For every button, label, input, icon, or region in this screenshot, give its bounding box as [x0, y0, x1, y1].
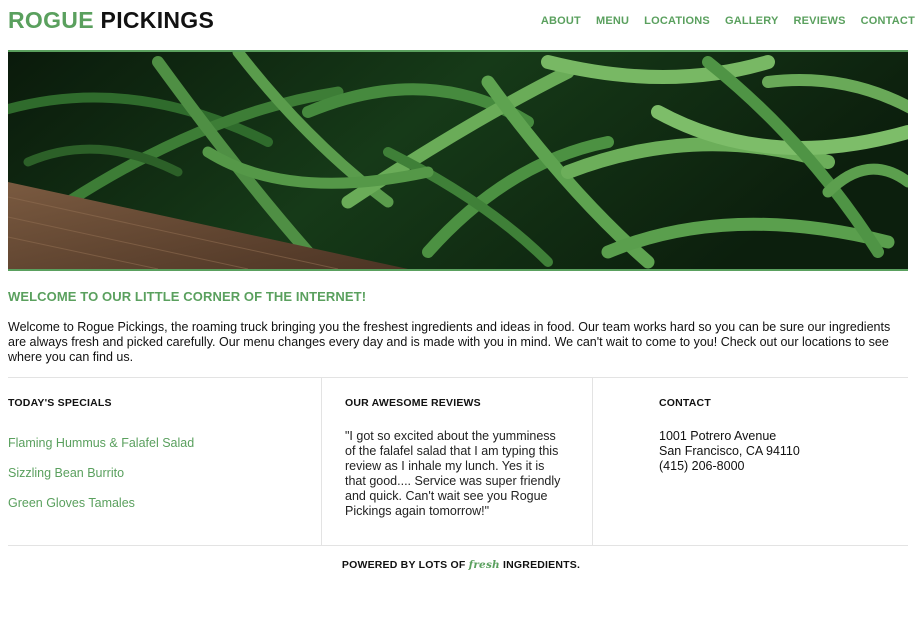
site-footer: POWERED BY LOTS OF fresh INGREDIENTS.: [0, 559, 922, 571]
site-header: ROGUE PICKINGS ABOUT MENU LOCATIONS GALL…: [0, 0, 922, 44]
contact-heading: CONTACT: [659, 397, 711, 409]
nav-reviews[interactable]: REVIEWS: [794, 15, 846, 27]
nav-contact[interactable]: CONTACT: [861, 15, 915, 27]
special-item[interactable]: Flaming Hummus & Falafel Salad: [8, 436, 194, 466]
logo-word-rogue: ROGUE: [8, 7, 94, 33]
reviews-column: OUR AWESOME REVIEWS "I got so excited ab…: [322, 378, 593, 545]
logo-word-pickings: PICKINGS: [100, 7, 215, 33]
reviews-heading: OUR AWESOME REVIEWS: [345, 397, 481, 409]
welcome-paragraph: Welcome to Rogue Pickings, the roaming t…: [8, 320, 891, 364]
specials-list: Flaming Hummus & Falafel Salad Sizzling …: [8, 436, 194, 526]
address-line-2: San Francisco, CA 94110: [659, 444, 800, 458]
contact-column: CONTACT 1001 Potrero Avenue San Francisc…: [593, 378, 908, 545]
nav-menu[interactable]: MENU: [596, 15, 629, 27]
footer-suffix: INGREDIENTS.: [503, 559, 581, 571]
nav-locations[interactable]: LOCATIONS: [644, 15, 710, 27]
info-columns: TODAY'S SPECIALS Flaming Hummus & Falafe…: [8, 377, 908, 546]
specials-heading: TODAY'S SPECIALS: [8, 397, 112, 409]
footer-fresh-word: fresh: [468, 559, 500, 571]
welcome-heading: WELCOME TO OUR LITTLE CORNER OF THE INTE…: [8, 289, 367, 304]
main-nav: ABOUT MENU LOCATIONS GALLERY REVIEWS CON…: [541, 15, 915, 27]
nav-about[interactable]: ABOUT: [541, 15, 581, 27]
specials-column: TODAY'S SPECIALS Flaming Hummus & Falafe…: [8, 378, 322, 545]
footer-prefix: POWERED BY LOTS OF: [341, 559, 466, 571]
special-item[interactable]: Green Gloves Tamales: [8, 496, 194, 526]
contact-details: 1001 Potrero Avenue San Francisco, CA 94…: [659, 429, 800, 474]
special-item[interactable]: Sizzling Bean Burrito: [8, 466, 194, 496]
review-quote: "I got so excited about the yumminess of…: [345, 429, 561, 518]
address-line-1: 1001 Potrero Avenue: [659, 429, 777, 443]
nav-gallery[interactable]: GALLERY: [725, 15, 779, 27]
hero-image-green-beans: [8, 50, 908, 271]
site-logo[interactable]: ROGUE PICKINGS: [8, 7, 214, 34]
phone-number[interactable]: (415) 206-8000: [659, 459, 800, 474]
